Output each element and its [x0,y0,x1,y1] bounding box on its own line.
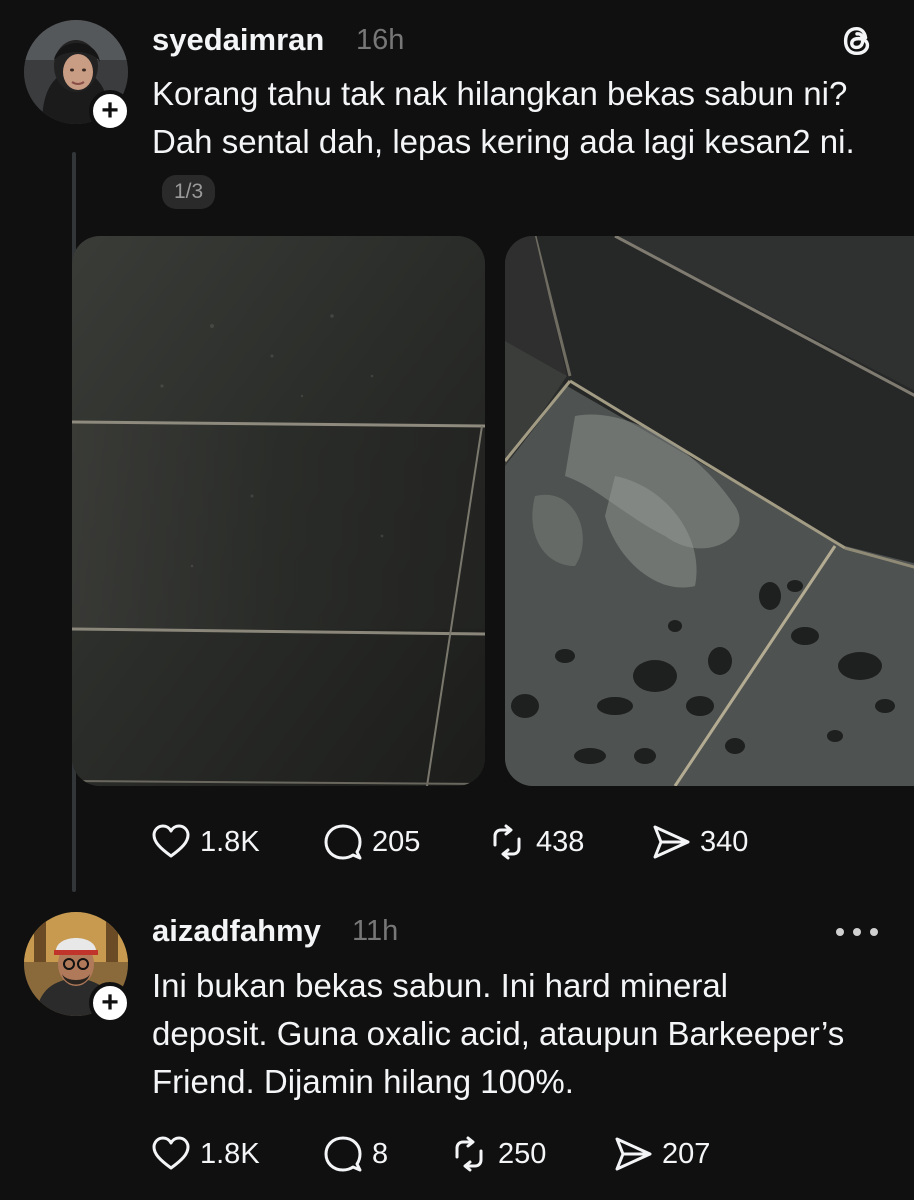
post-image-1[interactable] [72,236,485,786]
reply-count: 8 [372,1137,389,1170]
timestamp: 16h [356,24,405,56]
comment-bubble-icon [324,824,362,860]
repost-icon [493,824,521,860]
threads-logo-icon[interactable] [838,22,876,60]
share-count: 340 [700,825,749,858]
timestamp: 11h [352,915,399,947]
follow-button[interactable]: + [89,982,131,1024]
post-text: Ini bukan bekas sabun. Ini hard mineral … [152,962,852,1106]
image-page-counter: 1/3 [162,175,216,210]
comment-bubble-icon [324,1136,362,1172]
plus-icon: + [101,94,119,127]
repost-count: 438 [536,825,585,858]
share-button[interactable]: 340 [650,821,748,863]
heart-icon [152,824,190,858]
post-actions: 1.8K 205 438 340 [150,822,748,862]
like-button[interactable]: 1.8K [150,821,322,863]
reply-button[interactable]: 205 [322,821,486,863]
repost-icon [455,1136,483,1172]
plus-icon: + [101,986,119,1019]
heart-icon [152,1136,190,1170]
follow-button[interactable]: + [89,90,131,132]
share-send-icon [653,825,690,859]
floor-tile-photo [505,236,914,786]
repost-button[interactable]: 438 [486,821,650,863]
share-count: 207 [662,1137,711,1170]
like-button[interactable]: 1.8K [150,1133,322,1175]
post-text-body: Ini bukan bekas sabun. Ini hard mineral … [152,967,845,1100]
repost-button[interactable]: 250 [448,1133,612,1175]
post-text-body: Korang tahu tak nak hilangkan bekas sabu… [152,75,855,160]
post-actions: 1.8K 8 250 207 [150,1134,710,1174]
post-text: Korang tahu tak nak hilangkan bekas sabu… [152,70,872,214]
username[interactable]: aizadfahmy [152,913,321,949]
wall-tile-photo [72,236,485,786]
post-image-2[interactable] [505,236,914,786]
reply-button[interactable]: 8 [322,1133,448,1175]
like-count: 1.8K [200,1137,260,1170]
reply-count: 205 [372,825,421,858]
share-send-icon [615,1137,652,1171]
username[interactable]: syedaimran [152,22,324,58]
repost-count: 250 [498,1137,547,1170]
like-count: 1.8K [200,825,260,858]
share-button[interactable]: 207 [612,1133,710,1175]
more-horizontal-icon[interactable] [836,922,878,942]
